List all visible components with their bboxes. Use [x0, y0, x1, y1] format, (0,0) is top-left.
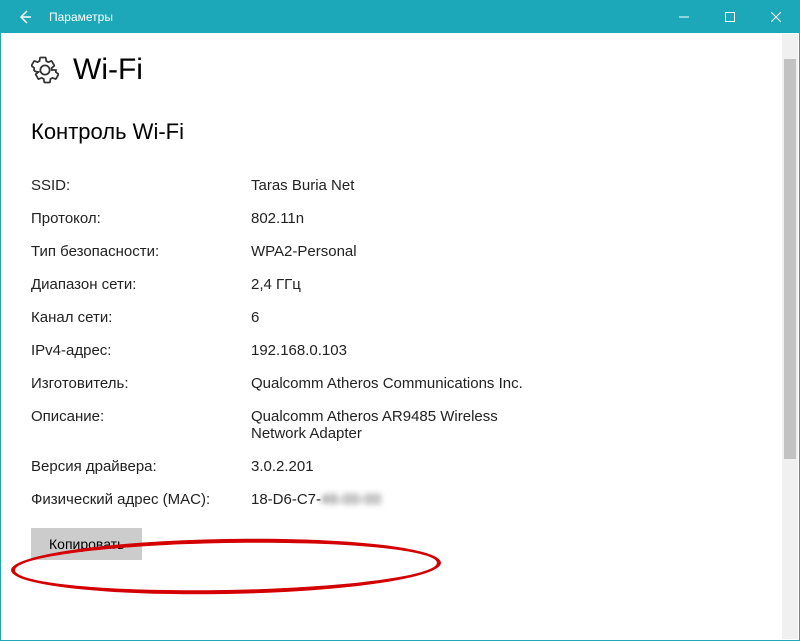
- mac-redacted-part: 46-00-00: [321, 491, 381, 508]
- protocol-value: 802.11n: [251, 210, 551, 227]
- band-value: 2,4 ГГц: [251, 276, 551, 293]
- driver-version-label: Версия драйвера:: [31, 458, 251, 475]
- property-row: Физический адрес (MAC): 18-D6-C7-46-00-0…: [31, 483, 551, 516]
- band-label: Диапазон сети:: [31, 276, 251, 293]
- property-row: IPv4-адрес: 192.168.0.103: [31, 334, 551, 367]
- scrollbar[interactable]: [782, 34, 798, 639]
- minimize-icon: [679, 12, 689, 22]
- back-button[interactable]: [1, 1, 49, 33]
- description-value: Qualcomm Atheros AR9485 Wireless Network…: [251, 408, 551, 442]
- property-row: Диапазон сети: 2,4 ГГц: [31, 268, 551, 301]
- page-title: Wi-Fi: [73, 53, 143, 87]
- minimize-button[interactable]: [661, 1, 707, 33]
- vendor-label: Изготовитель:: [31, 375, 251, 392]
- ssid-value: Taras Buria Net: [251, 177, 551, 194]
- page-heading: Wi-Fi: [31, 53, 769, 87]
- driver-version-value: 3.0.2.201: [251, 458, 551, 475]
- ipv4-label: IPv4-адрес:: [31, 342, 251, 359]
- property-row: Версия драйвера: 3.0.2.201: [31, 450, 551, 483]
- channel-label: Канал сети:: [31, 309, 251, 326]
- security-label: Тип безопасности:: [31, 243, 251, 260]
- description-label: Описание:: [31, 408, 251, 442]
- arrow-left-icon: [17, 9, 33, 25]
- vendor-value: Qualcomm Atheros Communications Inc.: [251, 375, 551, 392]
- close-button[interactable]: [753, 1, 799, 33]
- window-title: Параметры: [49, 10, 661, 24]
- close-icon: [771, 12, 781, 22]
- property-row: Тип безопасности: WPA2-Personal: [31, 235, 551, 268]
- property-row: Протокол: 802.11n: [31, 202, 551, 235]
- ssid-label: SSID:: [31, 177, 251, 194]
- property-row: Канал сети: 6: [31, 301, 551, 334]
- ipv4-value: 192.168.0.103: [251, 342, 551, 359]
- gear-icon: [31, 56, 59, 84]
- property-row: Изготовитель: Qualcomm Atheros Communica…: [31, 367, 551, 400]
- mac-address-label: Физический адрес (MAC):: [31, 491, 251, 508]
- maximize-button[interactable]: [707, 1, 753, 33]
- content-area: Wi-Fi Контроль Wi-Fi SSID: Taras Buria N…: [1, 33, 799, 640]
- mac-visible-part: 18-D6-C7-: [251, 491, 321, 508]
- property-row: Описание: Qualcomm Atheros AR9485 Wirele…: [31, 400, 551, 450]
- properties-list: SSID: Taras Buria Net Протокол: 802.11n …: [31, 169, 551, 516]
- protocol-label: Протокол:: [31, 210, 251, 227]
- titlebar: Параметры: [1, 1, 799, 33]
- property-row: SSID: Taras Buria Net: [31, 169, 551, 202]
- scrollbar-thumb[interactable]: [784, 59, 796, 459]
- maximize-icon: [725, 12, 735, 22]
- security-value: WPA2-Personal: [251, 243, 551, 260]
- copy-button[interactable]: Копировать: [31, 528, 142, 560]
- mac-address-value: 18-D6-C7-46-00-00: [251, 491, 551, 508]
- window-controls: [661, 1, 799, 33]
- section-title: Контроль Wi-Fi: [31, 119, 769, 145]
- channel-value: 6: [251, 309, 551, 326]
